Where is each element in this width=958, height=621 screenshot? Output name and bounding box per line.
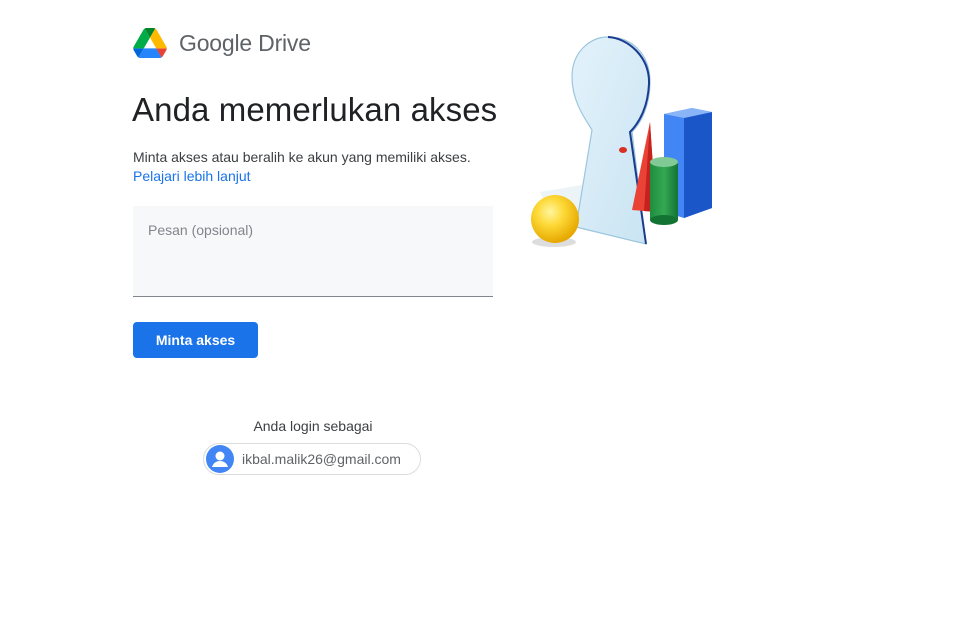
page: Google Drive Anda memerlukan akses Minta… [0,0,958,621]
page-title: Anda memerlukan akses [132,91,498,128]
account-chip[interactable]: ikbal.malik26@gmail.com [203,443,421,475]
account-email: ikbal.malik26@gmail.com [242,451,401,467]
message-input[interactable] [133,206,493,297]
google-drive-logo[interactable]: Google Drive [133,25,311,61]
access-description: Minta akses atau beralih ke akun yang me… [133,149,471,165]
brand-text: Google Drive [179,29,311,56]
keyhole-illustration [520,32,720,257]
google-drive-icon [133,28,167,58]
login-as-label: Anda login sebagai [253,418,373,434]
request-access-button[interactable]: Minta akses [133,322,258,358]
learn-more-link[interactable]: Pelajari lebih lanjut [133,166,251,186]
person-avatar-icon [206,445,234,473]
